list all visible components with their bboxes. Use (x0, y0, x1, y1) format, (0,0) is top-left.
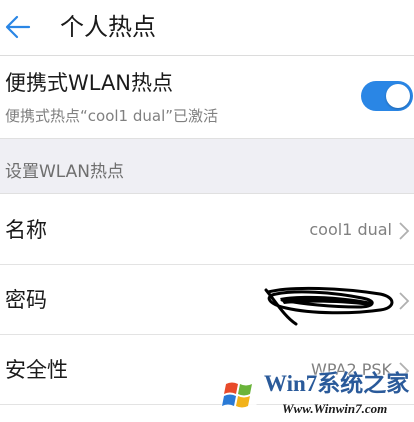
setting-row-name[interactable]: 名称 cool1 dual (0, 195, 414, 265)
chevron-right-icon (399, 222, 410, 240)
setting-value-name: cool1 dual (309, 220, 392, 239)
hotspot-title: 便携式WLAN热点 (5, 71, 174, 95)
hotspot-toggle-switch[interactable] (361, 81, 413, 111)
setting-label-name: 名称 (5, 218, 47, 242)
chevron-right-icon (399, 292, 410, 310)
toggle-knob (386, 84, 410, 108)
hotspot-toggle-row[interactable]: 便携式WLAN热点 便携式热点“cool1 dual”已激活 (0, 56, 414, 138)
back-arrow-icon (5, 15, 31, 39)
back-button[interactable] (0, 6, 44, 48)
watermark-title: Win7系统之家 (264, 371, 410, 396)
windows-logo-icon (219, 375, 259, 415)
watermark-url: Www.Winwin7.com (282, 401, 388, 416)
section-label: 设置WLAN热点 (5, 162, 125, 182)
app-header: 个人热点 (0, 0, 414, 56)
page-title: 个人热点 (60, 13, 156, 41)
setting-label-security: 安全性 (5, 358, 68, 382)
hotspot-status-text: 便携式热点“cool1 dual”已激活 (5, 107, 219, 125)
watermark: Win7系统之家 Www.Winwin7.com (214, 368, 414, 422)
section-header: 设置WLAN热点 (0, 138, 414, 194)
redaction-scribble (264, 286, 394, 326)
setting-label-password: 密码 (5, 288, 47, 312)
